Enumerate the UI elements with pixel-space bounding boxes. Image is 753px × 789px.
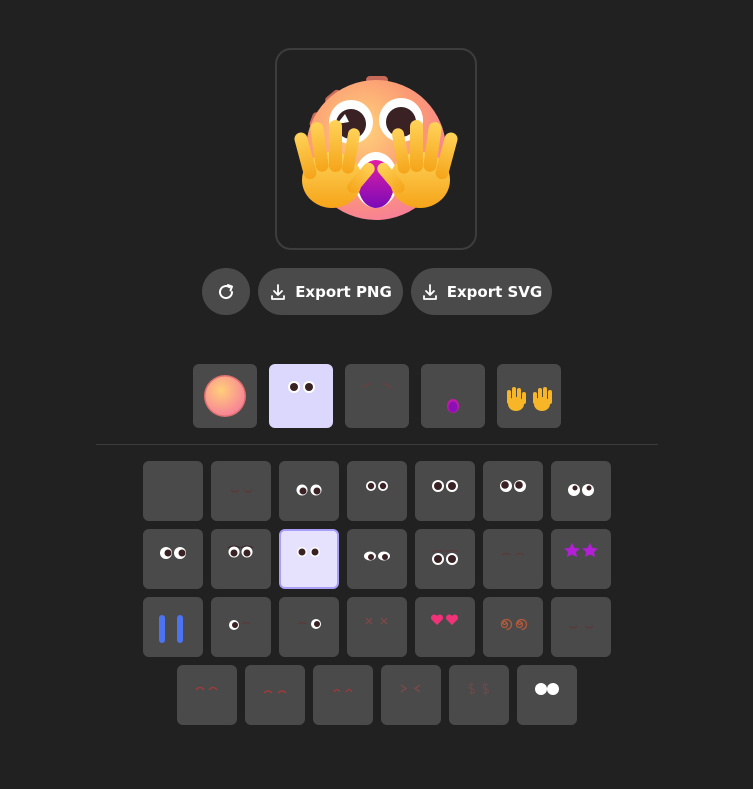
eye-option-star-eyes[interactable] <box>551 529 611 589</box>
eye-option-squeezed-eyes[interactable] <box>381 665 441 725</box>
worried-eyes-icon <box>227 545 254 558</box>
eye-option-squint-eyes[interactable] <box>347 529 407 589</box>
emoji-preview-image <box>294 76 458 220</box>
spiral-eyes-icon <box>500 618 528 631</box>
selected-round-eyes-icon <box>297 547 320 557</box>
randomize-button[interactable] <box>202 268 250 315</box>
export-png-button[interactable]: Export PNG <box>258 268 403 315</box>
arched-closed-eyes-icon <box>333 688 353 693</box>
eye-option-wink-left[interactable] <box>211 597 271 657</box>
download-icon <box>422 283 437 300</box>
eye-option-wide-eyes[interactable] <box>279 461 339 521</box>
face-base-icon <box>204 375 246 417</box>
category-mouth-button[interactable] <box>421 364 485 428</box>
star-eyes-icon <box>564 543 598 557</box>
category-hands-button[interactable] <box>497 364 561 428</box>
happy-closed-eyes-icon <box>195 686 218 691</box>
refresh-icon <box>219 283 234 299</box>
eye-option-worried-eyes[interactable] <box>211 529 271 589</box>
relaxed-closed-eyes-icon <box>568 625 594 629</box>
squeezed-eyes-icon <box>400 684 421 693</box>
eye-option-x-eyes[interactable] <box>347 597 407 657</box>
eye-option-blue-tall-eyes[interactable] <box>143 597 203 657</box>
eye-option-white-eyes[interactable] <box>551 461 611 521</box>
closed-calm-eyes-icon <box>501 552 525 556</box>
wink-left-eyes-icon <box>229 620 251 630</box>
dollar-eyes-icon <box>468 682 490 695</box>
heart-eyes-icon <box>430 614 459 625</box>
soft-closed-eyes-icon <box>263 690 287 694</box>
eye-option-wink-right[interactable] <box>279 597 339 657</box>
eye-option-happy-closed[interactable] <box>177 665 237 725</box>
eye-option-closed-calm[interactable] <box>483 529 543 589</box>
eye-option-big-round-eyes[interactable] <box>415 461 475 521</box>
eye-option-solid-white-eyes[interactable] <box>517 665 577 725</box>
eye-option-dollar-eyes[interactable] <box>449 665 509 725</box>
mouth-icon <box>447 399 459 413</box>
wide-eyes-icon <box>296 484 322 496</box>
export-svg-button[interactable]: Export SVG <box>411 268 552 315</box>
eye-option-heart-eyes[interactable] <box>415 597 475 657</box>
closed-smile-eyes-icon <box>230 489 253 493</box>
big-round-eyes-icon <box>432 480 458 492</box>
eye-option-glancing-eyes[interactable] <box>483 461 543 521</box>
eye-option-spiral-eyes[interactable] <box>483 597 543 657</box>
white-eyes-icon <box>568 484 594 496</box>
side-eyes-icon <box>160 547 186 559</box>
category-eyebrows-button[interactable] <box>345 364 409 428</box>
divider <box>96 444 658 445</box>
blue-tall-eyes-icon <box>159 615 183 643</box>
solid-white-eyes-icon <box>535 683 559 695</box>
squint-eyes-icon <box>364 551 390 561</box>
eye-option-relaxed-closed[interactable] <box>551 597 611 657</box>
emoji-preview <box>275 48 477 250</box>
eye-option-selected-round-eyes[interactable] <box>279 529 339 589</box>
eye-option-closed-smile[interactable] <box>211 461 271 521</box>
x-eyes-icon <box>365 617 388 625</box>
category-face-button[interactable] <box>193 364 257 428</box>
wink-right-eyes-icon <box>297 619 321 629</box>
glancing-eyes-icon <box>500 480 526 492</box>
category-eyes-button[interactable] <box>269 364 333 428</box>
export-svg-label: Export SVG <box>446 282 543 301</box>
eye-option-side-eyes[interactable] <box>143 529 203 589</box>
eyebrows-icon <box>362 383 392 389</box>
eye-option-soft-closed[interactable] <box>245 665 305 725</box>
eye-option-round-eyes[interactable] <box>347 461 407 521</box>
download-icon <box>271 283 286 300</box>
eyes-icon <box>288 381 315 393</box>
eye-option-none[interactable] <box>143 461 203 521</box>
eye-option-arched-closed[interactable] <box>313 665 373 725</box>
hands-icon <box>507 387 552 411</box>
eye-option-teary-eyes[interactable] <box>415 529 475 589</box>
round-eyes-icon <box>366 481 388 491</box>
teary-eyes-icon <box>431 550 459 565</box>
export-png-label: Export PNG <box>295 282 392 301</box>
